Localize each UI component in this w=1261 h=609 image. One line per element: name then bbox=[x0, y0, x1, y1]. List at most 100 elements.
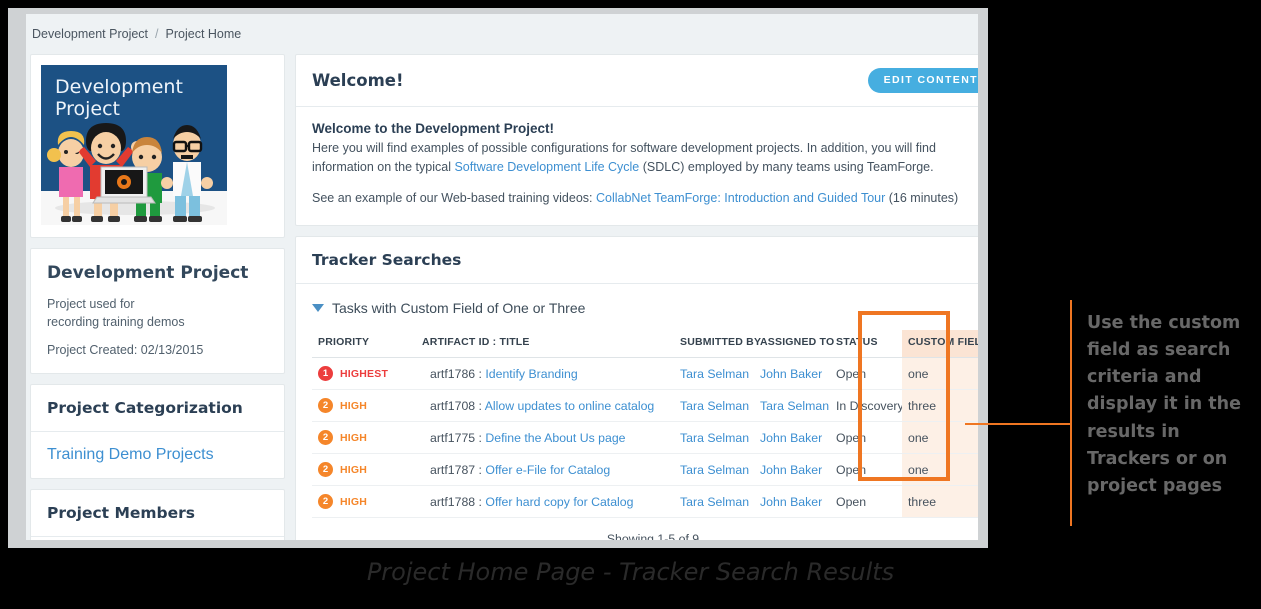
cell-submitted-by: Tara Selman bbox=[674, 421, 754, 455]
cell-artifact-title: artf1787 : Offer e-File for Catalog bbox=[416, 453, 674, 487]
artifact-id: artf1786 : bbox=[430, 366, 486, 381]
priority-label: HIGH bbox=[340, 463, 368, 476]
table-row: 2 HIGH artf1775 : Define the About Us page… bbox=[312, 421, 978, 455]
training-demo-projects-link[interactable]: Training Demo Projects bbox=[47, 446, 214, 463]
welcome-p1-text-b: (SDLC) employed by many teams using Team… bbox=[639, 159, 934, 174]
welcome-p2-text-b: (16 minutes) bbox=[885, 190, 959, 205]
welcome-p2-text-a: See an example of our Web-based training… bbox=[312, 190, 596, 205]
cell-status: In Discovery bbox=[830, 389, 902, 423]
project-image-card: Development Project bbox=[30, 54, 285, 238]
artifact-title-link[interactable]: Allow updates to online catalog bbox=[485, 399, 655, 413]
project-members-heading: Project Members bbox=[31, 490, 284, 538]
cell-custom-field: one bbox=[902, 453, 978, 487]
cell-submitted-by-link[interactable]: Tara Selman bbox=[680, 495, 749, 509]
cell-submitted-by-link[interactable]: Tara Selman bbox=[680, 463, 749, 477]
breadcrumb-separator: / bbox=[155, 27, 159, 41]
welcome-card: Welcome! EDIT CONTENT Welcome to the Dev… bbox=[295, 54, 978, 227]
cell-submitted-by: Tara Selman bbox=[674, 453, 754, 487]
cell-assigned-to: John Baker bbox=[754, 357, 830, 391]
chevron-down-icon[interactable] bbox=[312, 304, 324, 313]
table-row: 2 HIGH artf1708 : Allow updates to online … bbox=[312, 389, 978, 423]
cell-assigned-to: John Baker bbox=[754, 421, 830, 455]
cell-submitted-by: Tara Selman bbox=[674, 357, 754, 391]
priority-badge-icon: 1 bbox=[318, 366, 333, 382]
project-members-card: Project Members bbox=[30, 489, 285, 540]
cell-submitted-by-link[interactable]: Tara Selman bbox=[680, 367, 749, 381]
welcome-body-heading: Welcome to the Development Project! bbox=[312, 121, 555, 136]
table-header-row: PRIORITY ARTIFACT ID : TITLE SUBMITTED B… bbox=[312, 330, 978, 359]
tracker-searches-card: Tracker Searches Tasks with Custom Field… bbox=[295, 236, 978, 540]
artifact-title-link[interactable]: Offer hard copy for Catalog bbox=[485, 495, 633, 509]
cell-artifact-title: artf1775 : Define the About Us page bbox=[416, 421, 674, 455]
project-members-body bbox=[31, 537, 284, 540]
column-header-status[interactable]: STATUS bbox=[830, 330, 902, 359]
callout-vertical-line bbox=[1070, 300, 1072, 526]
breadcrumb-project-link[interactable]: Development Project bbox=[32, 27, 148, 41]
artifact-title-link[interactable]: Define the About Us page bbox=[485, 431, 625, 445]
cell-custom-field: one bbox=[902, 421, 978, 455]
column-header-assigned-to[interactable]: ASSIGNED TO bbox=[754, 330, 834, 359]
cell-priority: 2 HIGH bbox=[312, 485, 416, 519]
column-header-submitted-by[interactable]: SUBMITTED BY bbox=[674, 330, 761, 359]
priority-label: HIGH bbox=[340, 431, 368, 444]
tracker-results-table: PRIORITY ARTIFACT ID : TITLE SUBMITTED B… bbox=[312, 330, 978, 519]
search-group-title-label: Tasks with Custom Field of One or Three bbox=[332, 300, 586, 317]
project-name: Development Project bbox=[47, 263, 249, 283]
artifact-title-link[interactable]: Identify Branding bbox=[485, 367, 577, 381]
column-header-artifact-title[interactable]: ARTIFACT ID : TITLE bbox=[416, 330, 674, 359]
cell-priority: 1 HIGHEST bbox=[312, 357, 416, 391]
project-info-card: Development Project Project used for rec… bbox=[30, 248, 285, 375]
cell-submitted-by-link[interactable]: Tara Selman bbox=[680, 431, 749, 445]
priority-badge-icon: 2 bbox=[318, 430, 333, 446]
table-row: 2 HIGH artf1788 : Offer hard copy for Cata… bbox=[312, 485, 978, 519]
cell-assigned-to-link[interactable]: John Baker bbox=[760, 367, 822, 381]
cell-custom-field: one bbox=[902, 357, 978, 391]
thumbnail-title-line1: Development bbox=[55, 76, 183, 98]
artifact-id: artf1775 : bbox=[430, 430, 486, 445]
artifact-title-link[interactable]: Offer e-File for Catalog bbox=[485, 463, 610, 477]
browser-viewport: Development Project / Project Home Devel… bbox=[26, 14, 978, 540]
sdlc-link[interactable]: Software Development Life Cycle bbox=[454, 160, 639, 174]
cell-assigned-to: Tara Selman bbox=[754, 389, 830, 423]
tracker-results-body: 1 HIGHEST artf1786 : Identify Branding Tara… bbox=[312, 357, 978, 519]
priority-badge-icon: 2 bbox=[318, 398, 333, 414]
priority-badge-icon: 2 bbox=[318, 462, 333, 478]
sidebar: Development Project Development Project … bbox=[30, 54, 285, 540]
cell-assigned-to-link[interactable]: Tara Selman bbox=[760, 399, 829, 413]
callout-connector-line bbox=[965, 423, 1072, 425]
cartoon-people-illustration bbox=[47, 123, 213, 222]
screenshot-frame: Development Project / Project Home Devel… bbox=[8, 8, 988, 548]
cell-assigned-to-link[interactable]: John Baker bbox=[760, 463, 822, 477]
callout-text: Use the custom field as search criteria … bbox=[1087, 313, 1241, 496]
figure-caption: Project Home Page - Tracker Search Resul… bbox=[366, 558, 895, 586]
welcome-paragraph-2: See an example of our Web-based training… bbox=[312, 189, 978, 208]
cell-status: Open bbox=[830, 485, 902, 519]
cell-status: Open bbox=[830, 421, 902, 455]
edit-content-button[interactable]: EDIT CONTENT bbox=[867, 68, 978, 93]
artifact-id: artf1708 : bbox=[430, 398, 485, 413]
cell-submitted-by: Tara Selman bbox=[674, 389, 754, 423]
project-categorization-body: Training Demo Projects bbox=[31, 432, 284, 478]
column-header-priority[interactable]: PRIORITY bbox=[312, 330, 416, 359]
cell-artifact-title: artf1788 : Offer hard copy for Catalog bbox=[416, 485, 674, 519]
cell-assigned-to-link[interactable]: John Baker bbox=[760, 495, 822, 509]
cell-submitted-by: Tara Selman bbox=[674, 485, 754, 519]
cell-assigned-to-link[interactable]: John Baker bbox=[760, 431, 822, 445]
cell-status: Open bbox=[830, 453, 902, 487]
search-group-toggle[interactable]: Tasks with Custom Field of One or Three bbox=[312, 300, 978, 316]
cell-artifact-title: artf1708 : Allow updates to online catal… bbox=[416, 389, 674, 423]
project-categorization-heading: Project Categorization bbox=[31, 385, 284, 433]
project-thumbnail: Development Project bbox=[41, 65, 227, 225]
welcome-paragraph-1: Here you will find examples of possible … bbox=[312, 139, 978, 177]
cell-submitted-by-link[interactable]: Tara Selman bbox=[680, 399, 749, 413]
welcome-card-header: Welcome! EDIT CONTENT bbox=[296, 55, 978, 107]
project-created-date: Project Created: 02/13/2015 bbox=[47, 343, 204, 358]
priority-label: HIGHEST bbox=[340, 367, 389, 380]
cell-artifact-title: artf1786 : Identify Branding bbox=[416, 357, 674, 391]
breadcrumb: Development Project / Project Home bbox=[26, 14, 978, 54]
guided-tour-link[interactable]: CollabNet TeamForge: Introduction and Gu… bbox=[596, 191, 885, 205]
tracker-searches-heading: Tracker Searches bbox=[296, 237, 978, 285]
table-row: 2 HIGH artf1787 : Offer e-File for Catalog… bbox=[312, 453, 978, 487]
column-header-custom-field[interactable]: CUSTOM FIELD bbox=[902, 330, 978, 359]
project-categorization-card: Project Categorization Training Demo Pro… bbox=[30, 384, 285, 480]
